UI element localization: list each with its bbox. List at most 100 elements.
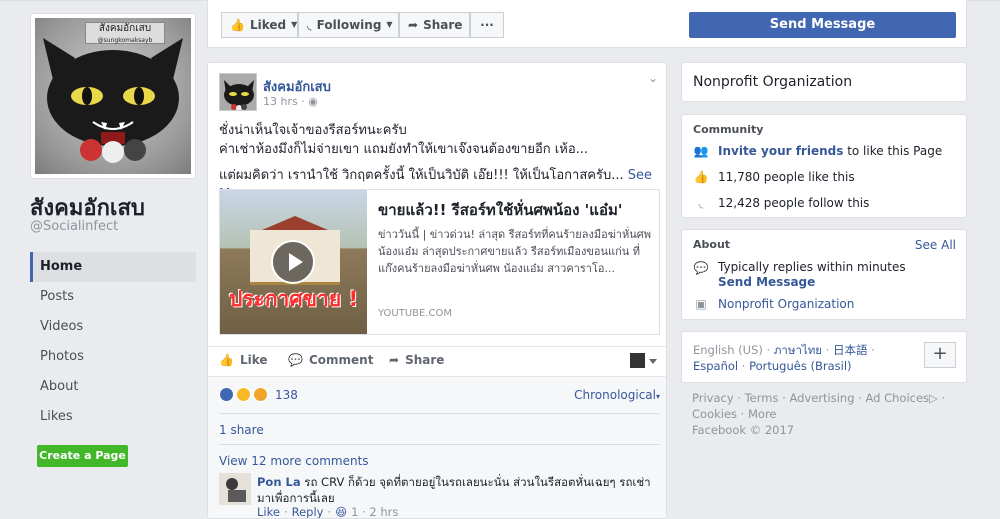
about-heading: About (693, 238, 731, 251)
comment-sort-dropdown[interactable]: Chronological▾ (574, 388, 660, 402)
lang-portuguese[interactable]: Português (Brasil) (749, 359, 851, 373)
lang-sep: · (825, 343, 830, 357)
invite-rest-text: to like this Page (843, 144, 943, 158)
footer-more-link[interactable]: More (748, 407, 777, 421)
send-message-link[interactable]: Send Message (718, 275, 906, 290)
thumbnail-banner-text: ประกาศขาย ! (228, 287, 359, 311)
thumbs-up-icon: 👍 (693, 170, 709, 184)
cat-avatar-image: สังคมอักเสบ @sungkomaksayb (35, 18, 191, 174)
post-line-2: ค่าเช่าห้องมึงก็ไม่จ่ายเขา แถมยังทำให้เข… (219, 142, 589, 157)
footer-advertising-link[interactable]: Advertising (789, 391, 854, 405)
post-line-1: ชั่งน่าเห็นใจเจ้าของรีสอร์ทนะครับ (219, 123, 407, 138)
following-label: Following (316, 18, 382, 32)
lang-sep: · (871, 343, 875, 357)
like-label: Like (239, 353, 268, 367)
page-category-box[interactable]: Nonprofit Organization (681, 62, 967, 102)
cat-illustration (43, 38, 183, 163)
send-message-button[interactable]: Send Message (689, 12, 956, 38)
footer-privacy-link[interactable]: Privacy (692, 391, 734, 405)
post-action-row: 👍 Like 💬 Comment ➦ Share (208, 346, 666, 376)
reactions-summary[interactable]: 138 (219, 387, 298, 402)
about-box: About See All 💬 Typically replies within… (681, 229, 967, 320)
nav-videos[interactable]: Videos (30, 312, 196, 342)
see-all-link[interactable]: See All (915, 238, 956, 252)
play-icon[interactable] (271, 240, 315, 284)
invite-friends-row: 👥 Invite your friends to like this Page (693, 143, 943, 159)
lang-english: English (US) (693, 343, 763, 357)
invite-friends-link[interactable]: Invite your friends (718, 144, 843, 158)
share-page-button[interactable]: ➦ Share (399, 12, 470, 38)
page-action-bar: 👍 Liked ▼ ◟ Following ▼ ➦ Share ··· Send… (207, 0, 967, 48)
language-box: English (US) · ภาษาไทย · 日本語 · Español ·… (681, 331, 967, 383)
post-timestamp[interactable]: 13 hrs · ◉ (263, 95, 318, 108)
footer-cookies-link[interactable]: Cookies (692, 407, 737, 421)
nav-posts[interactable]: Posts (30, 282, 196, 312)
nav-likes[interactable]: Likes (30, 402, 196, 432)
language-list: English (US) · ภาษาไทย · 日本語 · Español ·… (693, 342, 918, 374)
wow-reaction-icon (253, 387, 268, 402)
following-button[interactable]: ◟ Following ▼ (298, 12, 399, 38)
add-language-button[interactable]: + (924, 342, 956, 368)
lang-spanish[interactable]: Español (693, 359, 738, 373)
meta-separator: · (327, 505, 332, 519)
thumbs-up-icon: 👍 (219, 353, 234, 367)
meta-separator: · (283, 505, 288, 519)
building-icon: ▣ (695, 297, 707, 311)
nav-about[interactable]: About (30, 372, 196, 402)
link-title[interactable]: ขายแล้ว!! รีสอร์ทใช้หั่นศพน้อง 'แอ๋ม' (378, 200, 654, 220)
caret-down-icon: ▼ (386, 20, 393, 29)
profile-picture[interactable]: สังคมอักเสบ @sungkomaksayb (30, 13, 196, 179)
reaction-count[interactable]: 138 (275, 388, 298, 402)
footer-copyright: Facebook © 2017 (692, 423, 795, 437)
view-more-comments-link[interactable]: View 12 more comments (219, 454, 369, 468)
lang-sep: · (741, 359, 746, 373)
comment-like-link[interactable]: Like (257, 505, 280, 518)
comment-reaction-time: 1 · 2 hrs (351, 505, 399, 519)
liked-button[interactable]: 👍 Liked ▼ (221, 12, 298, 38)
about-category-link[interactable]: Nonprofit Organization (718, 297, 854, 311)
cat-avatar-icon (220, 74, 256, 110)
globe-icon: ◉ (308, 95, 318, 108)
divider (219, 413, 659, 414)
liked-label: Liked (249, 18, 287, 32)
rss-icon: ◟ (698, 196, 704, 210)
post-options-chevron-icon[interactable]: ⌄ (648, 71, 658, 85)
caret-down-icon: ▾ (655, 392, 660, 401)
create-page-button[interactable]: Create a Page (37, 445, 128, 467)
commenter-name[interactable]: Pon La (257, 475, 301, 489)
lang-thai[interactable]: ภาษาไทย (774, 343, 822, 357)
share-count-link[interactable]: 1 share (219, 423, 264, 437)
post-author-name[interactable]: สังคมอักเสบ (263, 76, 331, 97)
comment-button[interactable]: 💬 Comment (288, 353, 373, 367)
reply-speed-text: Typically replies within minutes (718, 260, 906, 274)
footer-links: Privacy · Terms · Advertising · Ad Choic… (692, 391, 946, 437)
haha-reaction-icon (236, 387, 251, 402)
post-line-3-text: แต่ผมคิดว่า เรานำใช้ วิกฤตครั้งนี้ ให้เป… (219, 168, 624, 183)
video-thumbnail[interactable]: ประกาศขาย ! (220, 190, 367, 334)
like-post-button[interactable]: 👍 Like (219, 353, 268, 367)
commenter-avatar[interactable] (219, 473, 251, 505)
post-as-selector[interactable] (630, 353, 658, 369)
nav-photos[interactable]: Photos (30, 342, 196, 372)
post-card: สังคมอักเสบ 13 hrs · ◉ ⌄ ชั่งน่าเห็นใจเจ… (207, 62, 667, 519)
page-handle[interactable]: @Socialinfect (30, 219, 118, 234)
like-reaction-icon (219, 387, 234, 402)
post-author-avatar[interactable] (219, 73, 257, 111)
footer-adchoices-link[interactable]: Ad Choices (865, 391, 929, 405)
nav-home[interactable]: Home (30, 252, 196, 282)
likes-count-row: 👍 11,780 people like this (693, 169, 855, 185)
share-post-button[interactable]: ➦ Share (389, 353, 444, 367)
shared-link-card[interactable]: ประกาศขาย ! ขายแล้ว!! รีสอร์ทใช้หั่นศพน้… (219, 189, 660, 335)
post-time-text: 13 hrs · (263, 95, 309, 108)
more-options-button[interactable]: ··· (470, 12, 504, 38)
follows-count: 12,428 people follow this (718, 196, 870, 210)
person-photo-icon (219, 473, 251, 505)
comment-sort-label: Chronological (574, 388, 656, 402)
comment-reply-link[interactable]: Reply (292, 505, 324, 518)
likes-count: 11,780 people like this (718, 170, 855, 184)
share-post-label: Share (405, 353, 445, 367)
comment-meta: Like · Reply · 😆 1 · 2 hrs (257, 505, 399, 519)
lang-japanese[interactable]: 日本語 (833, 343, 868, 357)
page-avatar-caret-icon (630, 353, 657, 368)
footer-terms-link[interactable]: Terms (745, 391, 779, 405)
